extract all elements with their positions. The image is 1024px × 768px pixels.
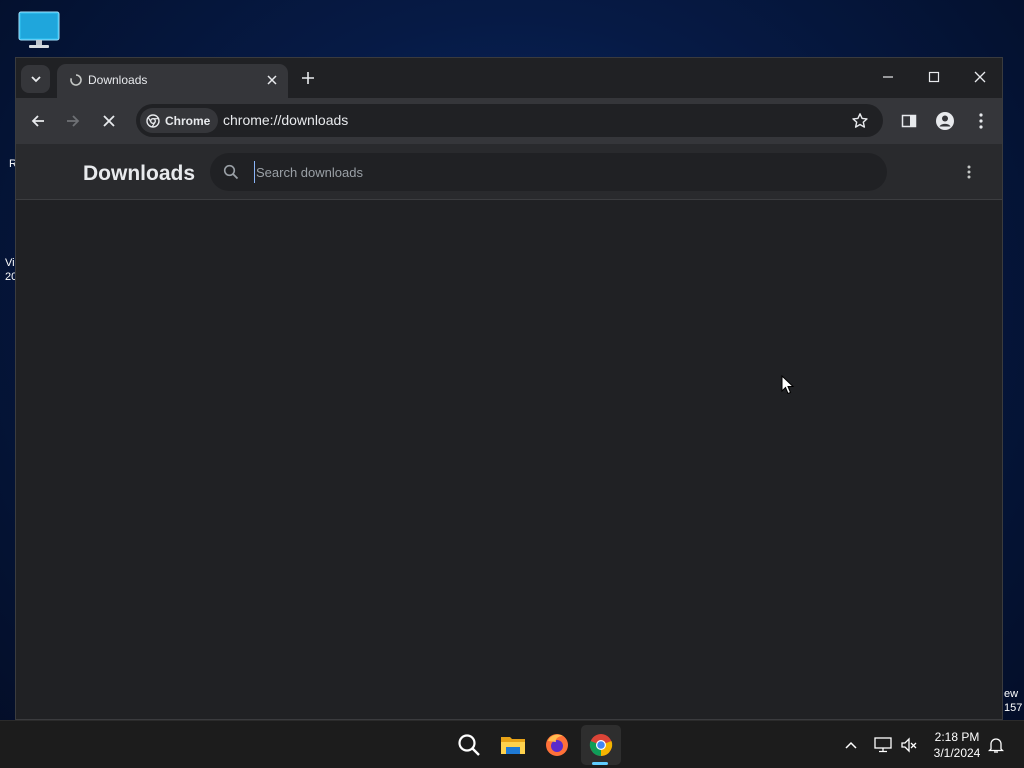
chrome-logo-icon <box>146 113 160 128</box>
profile-avatar-icon <box>936 112 954 130</box>
taskbar-chrome[interactable] <box>581 725 621 765</box>
system-clock[interactable]: 2:18 PM 3/1/2024 <box>922 729 992 761</box>
more-vertical-icon <box>979 113 983 129</box>
taskbar-file-explorer[interactable] <box>493 725 533 765</box>
minimize-icon <box>883 76 893 78</box>
mouse-cursor-icon <box>781 375 795 395</box>
address-bar[interactable]: Chrome chrome://downloads <box>136 104 883 137</box>
search-icon <box>458 734 480 756</box>
plus-icon <box>302 72 314 84</box>
active-app-indicator <box>592 762 608 765</box>
arrow-left-icon <box>31 115 44 127</box>
desktop-partial-label: Vi <box>5 257 15 269</box>
file-explorer-icon <box>501 737 525 754</box>
site-info-chip[interactable]: Chrome <box>140 108 219 133</box>
close-icon <box>267 75 277 85</box>
url-text[interactable]: chrome://downloads <box>223 112 348 128</box>
downloads-list-area <box>16 200 1002 719</box>
clock-time: 2:18 PM <box>934 730 980 744</box>
downloads-menu-button[interactable] <box>960 163 978 181</box>
stop-loading-button[interactable] <box>97 109 121 133</box>
close-icon <box>974 71 986 83</box>
this-pc-desktop-icon[interactable] <box>17 10 61 50</box>
forward-button[interactable] <box>61 109 85 133</box>
tab-close-button[interactable] <box>264 72 280 88</box>
profile-button[interactable] <box>933 109 957 133</box>
bell-icon <box>988 738 1004 753</box>
chip-label: Chrome <box>165 113 211 128</box>
browser-toolbar: Chrome chrome://downloads <box>16 98 1002 144</box>
tab-search-button[interactable] <box>21 65 50 93</box>
search-input[interactable] <box>254 161 854 183</box>
chrome-menu-button[interactable] <box>969 109 993 133</box>
downloads-search[interactable] <box>210 153 887 191</box>
minimize-button[interactable] <box>874 66 902 88</box>
downloads-header: Downloads <box>16 144 1002 200</box>
firefox-icon <box>546 734 568 756</box>
new-tab-button[interactable] <box>299 69 317 87</box>
chevron-up-icon <box>845 741 857 749</box>
taskbar: 2:18 PM 3/1/2024 <box>0 720 1024 768</box>
network-status-button[interactable] <box>873 735 893 755</box>
maximize-icon <box>928 71 940 83</box>
search-icon <box>223 164 239 180</box>
tab-downloads[interactable]: Downloads <box>57 64 288 98</box>
desktop-partial-label: 157 <box>1004 702 1023 714</box>
close-icon <box>103 115 115 127</box>
tab-strip: Downloads <box>16 58 1002 98</box>
arrow-right-icon <box>67 115 80 127</box>
close-window-button[interactable] <box>966 66 994 88</box>
maximize-button[interactable] <box>920 66 948 88</box>
volume-button[interactable] <box>899 735 919 755</box>
chrome-window: Downloads Chrome chrome://downloads Down… <box>15 57 1003 720</box>
chevron-down-icon <box>30 76 41 83</box>
chrome-icon <box>589 734 613 756</box>
clock-date: 3/1/2024 <box>933 746 981 760</box>
taskbar-firefox[interactable] <box>537 725 577 765</box>
show-hidden-icons-button[interactable] <box>841 735 861 755</box>
notifications-button[interactable] <box>986 735 1006 755</box>
taskbar-search-button[interactable] <box>449 725 489 765</box>
bookmark-star-icon[interactable] <box>851 112 869 130</box>
desktop-partial-label: ew <box>1004 688 1019 700</box>
side-panel-button[interactable] <box>897 109 921 133</box>
back-button[interactable] <box>26 109 50 133</box>
volume-muted-icon <box>901 737 917 753</box>
tab-title: Downloads <box>88 73 148 87</box>
loading-icon <box>70 74 82 86</box>
side-panel-icon <box>901 114 917 128</box>
network-icon <box>874 737 892 753</box>
more-vertical-icon <box>967 165 971 179</box>
page-title: Downloads <box>83 162 196 185</box>
